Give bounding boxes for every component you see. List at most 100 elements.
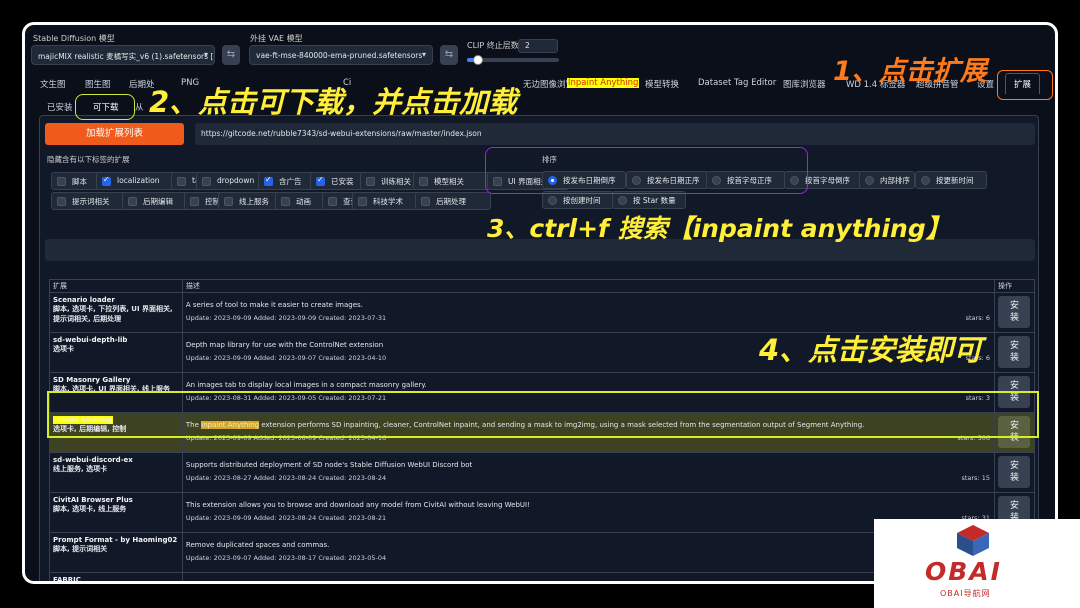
radio-icon	[921, 176, 930, 185]
extension-tags: 脚本, 选项卡, 线上服务	[53, 505, 127, 513]
model-select[interactable]: majicMIX realistic 麦橘写实_v6 (1).safetenso…	[31, 45, 215, 65]
checkbox-icon	[102, 175, 111, 186]
available-tab-highlight-ring	[75, 94, 135, 120]
column-header-action: 操作	[993, 279, 1036, 293]
refresh-icon[interactable]: ⇆	[440, 45, 458, 65]
extensions-tab-highlight-ring	[997, 70, 1053, 100]
extension-description: Remove duplicated spaces and commas.	[185, 541, 330, 549]
sort-label: 按 Star 数量	[633, 196, 676, 205]
sort-radio[interactable]: 内部排序	[859, 171, 915, 189]
subtab-install-from-url[interactable]: 从	[135, 101, 144, 113]
extension-stars: stars: 6	[965, 314, 990, 322]
checkbox-icon	[128, 197, 137, 206]
checkbox-icon	[421, 197, 430, 206]
extension-tags: 脚本, 选项卡, 下拉列表, UI 界面相关, 提示词相关, 后期处理	[53, 305, 173, 323]
vae-value: vae-ft-mse-840000-ema-pruned.safetensors	[256, 51, 423, 60]
filter-label: 已安装	[331, 177, 354, 186]
extension-name-cell: CivitAI Browser Plus 脚本, 选项卡, 线上服务	[49, 492, 183, 533]
checkbox-icon	[366, 177, 375, 186]
obai-logo: OBAI OBAI导航网	[874, 519, 1080, 608]
logo-subtitle: OBAI导航网	[940, 589, 991, 598]
tab-dataset-tag-editor[interactable]: Dataset Tag Editor	[698, 78, 776, 88]
extension-description: Personalizing Diffusion Models with Iter…	[186, 580, 991, 581]
vae-label: 外挂 VAE 模型	[250, 34, 303, 43]
model-value: majicMIX realistic 麦橘写实_v6 (1).safetenso…	[38, 52, 214, 61]
filter-label: 训练相关	[381, 177, 411, 186]
extension-name[interactable]: sd-webui-depth-lib	[53, 336, 179, 344]
extension-name[interactable]: Prompt Format - by Haoming02	[53, 536, 179, 544]
extension-tags: 线上服务, 选项卡	[53, 465, 108, 473]
filter-label: 动画	[296, 197, 311, 206]
clip-number-input[interactable]: 2	[518, 39, 558, 53]
tab-img2img[interactable]: 图生图	[85, 78, 111, 90]
sort-highlight-ring	[485, 147, 808, 194]
action-cell: 安装	[993, 292, 1036, 333]
sort-label: 内部排序	[880, 176, 910, 185]
filter-label: localization	[117, 176, 160, 185]
filter-label: dropdown	[217, 176, 255, 185]
extension-name[interactable]: SD Masonry Gallery	[53, 376, 179, 384]
radio-icon	[548, 196, 557, 205]
filter-checkbox[interactable]: 后期处理	[415, 192, 491, 210]
extension-name[interactable]: sd-webui-discord-ex	[53, 456, 179, 464]
annotation-step-3: 3、ctrl+f 搜索【inpaint anything】	[487, 214, 951, 243]
clip-slider-knob[interactable]	[473, 55, 484, 65]
refresh-icon[interactable]: ⇆	[222, 45, 240, 65]
radio-icon	[618, 196, 627, 205]
extension-description: An images tab to display local images in…	[185, 381, 427, 389]
inpaint-anything-row-highlight	[47, 391, 1039, 438]
extension-name-cell: Scenario loader 脚本, 选项卡, 下拉列表, UI 界面相关, 提…	[49, 292, 183, 333]
filter-label: 线上服务	[239, 197, 269, 206]
tab-image-browser[interactable]: 图库浏览器	[783, 78, 826, 90]
filter-checkbox[interactable]: 提示词相关	[51, 192, 133, 210]
extension-name[interactable]: CivitAI Browser Plus	[53, 496, 179, 504]
radio-icon	[865, 176, 874, 185]
extension-name-cell: sd-webui-discord-ex 线上服务, 选项卡	[49, 452, 183, 493]
checkbox-icon	[358, 197, 367, 206]
extension-index-url-input[interactable]: https://gitcode.net/rubble7343/sd-webui-…	[195, 123, 1035, 145]
action-cell: 安装	[993, 332, 1036, 373]
extension-name[interactable]: FABRIC	[53, 576, 179, 581]
chevron-down-icon: ▾	[203, 50, 208, 59]
webui-window: Stable Diffusion 模型 majicMIX realistic 麦…	[22, 22, 1058, 584]
extension-description: A series of tool to make it easier to cr…	[185, 301, 363, 309]
sort-label: 按创建时间	[563, 196, 601, 205]
checkbox-icon	[57, 197, 66, 206]
filter-label: 科技学术	[373, 197, 403, 206]
load-extension-list-button[interactable]: 加载扩展列表	[45, 123, 184, 145]
cube-icon	[957, 525, 989, 556]
checkbox-icon	[419, 177, 428, 186]
vae-select[interactable]: vae-ft-mse-840000-ema-pruned.safetensors…	[249, 45, 433, 65]
hide-tags-label: 隐藏含有以下标签的扩展	[47, 155, 130, 164]
extension-dates: Update: 2023-08-27 Added: 2023-08-24 Cre…	[185, 474, 387, 482]
annotation-step-4: 4、点击安装即可	[759, 333, 983, 367]
extension-tags: 选项卡	[53, 345, 74, 353]
filter-label: 提示词相关	[72, 197, 110, 206]
extension-name-cell: FABRIC脚本, 控制	[49, 572, 183, 581]
clip-slider[interactable]	[467, 55, 559, 65]
extension-description: Supports distributed deployment of SD no…	[185, 461, 473, 469]
subtab-installed[interactable]: 已安装	[47, 101, 73, 113]
tab-model-convert[interactable]: 模型转换	[645, 78, 679, 90]
column-header-description: 描述	[181, 279, 995, 293]
extension-name-cell: sd-webui-depth-lib 选项卡	[49, 332, 183, 373]
extension-stars: stars: 15	[961, 474, 990, 482]
install-button[interactable]: 安装	[998, 296, 1031, 328]
filter-label: 后期处理	[436, 197, 466, 206]
install-button[interactable]: 安装	[998, 456, 1031, 488]
tab-inpaint-anything[interactable]: Inpaint Anything	[567, 78, 640, 88]
extension-dates: Update: 2023-09-07 Added: 2023-08-17 Cre…	[185, 554, 387, 562]
sort-radio[interactable]: 按更新时间	[915, 171, 987, 189]
tab-txt2img[interactable]: 文生图	[40, 78, 66, 90]
chevron-down-icon: ▾	[421, 50, 426, 59]
extension-description: This extension allows you to browse and …	[185, 501, 530, 509]
checkbox-icon	[177, 177, 186, 186]
checkbox-icon	[316, 175, 325, 186]
logo-wordmark: OBAI	[925, 557, 1002, 586]
action-cell: 安装	[993, 452, 1036, 493]
install-button[interactable]: 安装	[998, 336, 1031, 368]
extension-name[interactable]: Scenario loader	[53, 296, 179, 304]
extension-dates: Update: 2023-09-09 Added: 2023-08-24 Cre…	[185, 514, 387, 522]
model-label: Stable Diffusion 模型	[33, 34, 115, 43]
filter-label: 脚本	[72, 177, 87, 186]
